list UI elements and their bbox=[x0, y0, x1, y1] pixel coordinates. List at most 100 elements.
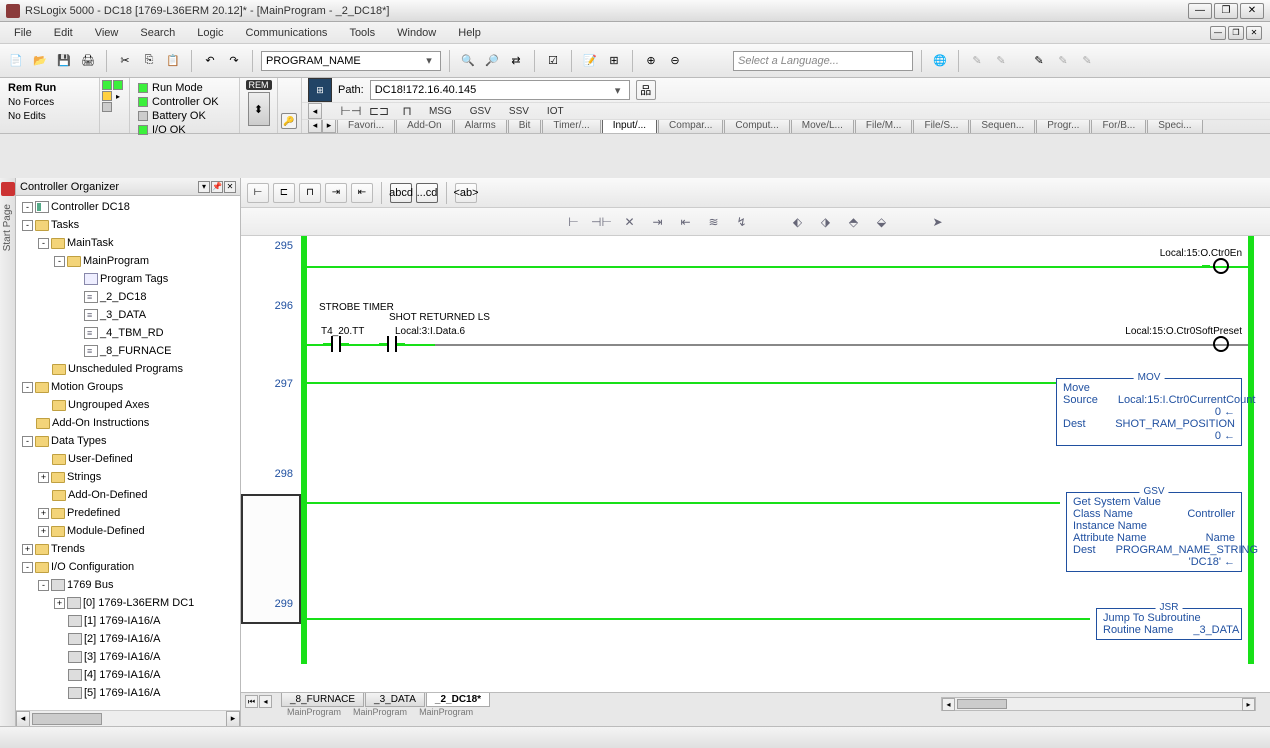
close-button[interactable]: ✕ bbox=[1240, 3, 1264, 19]
mov-instruction[interactable]: MOV Move SourceLocal:15:I.Ctr0CurrentCou… bbox=[1056, 378, 1242, 446]
rung-number[interactable]: 297 bbox=[241, 374, 301, 464]
tree-expander[interactable]: - bbox=[22, 220, 33, 231]
start-page-tab[interactable]: Start Page bbox=[0, 178, 16, 726]
tree-node[interactable]: - MainProgram bbox=[18, 252, 238, 270]
organizer-dropdown-button[interactable]: ▾ bbox=[198, 181, 210, 193]
tree-node[interactable]: _3_DATA bbox=[18, 306, 238, 324]
tree-expander[interactable]: - bbox=[22, 202, 33, 213]
tree-node[interactable]: [5] 1769-IA16/A bbox=[18, 684, 238, 702]
tree-node[interactable]: + Trends bbox=[18, 540, 238, 558]
tree-node[interactable]: Ungrouped Axes bbox=[18, 396, 238, 414]
rung-tool-8[interactable]: ⬖ bbox=[788, 213, 808, 231]
program-dropdown[interactable]: PROGRAM_NAME ▾ bbox=[261, 51, 441, 71]
gsv-instruction[interactable]: GSV Get System Value Class NameControlle… bbox=[1066, 492, 1242, 572]
rung-number[interactable]: 298 bbox=[241, 464, 301, 594]
tree-node[interactable]: - 1769 Bus bbox=[18, 576, 238, 594]
abcd-button[interactable]: abcd bbox=[390, 183, 412, 203]
tree-node[interactable]: [1] 1769-IA16/A bbox=[18, 612, 238, 630]
redo-button[interactable]: ↷ bbox=[224, 51, 244, 71]
level-symbol-icon[interactable]: ⊓ bbox=[398, 103, 416, 119]
menu-tools[interactable]: Tools bbox=[339, 25, 385, 41]
tree-node[interactable]: - Controller DC18 bbox=[18, 198, 238, 216]
routine-tab[interactable]: _3_DATA bbox=[365, 693, 425, 707]
mdi-restore-button[interactable]: ❐ bbox=[1228, 26, 1244, 40]
tree-node[interactable]: User-Defined bbox=[18, 450, 238, 468]
rung-tool-7[interactable]: ↯ bbox=[732, 213, 752, 231]
tree-expander[interactable]: + bbox=[22, 544, 33, 555]
instruction-ssv[interactable]: SSV bbox=[506, 106, 532, 117]
tree-node[interactable]: - I/O Configuration bbox=[18, 558, 238, 576]
tool-button-1[interactable]: ✎ bbox=[967, 51, 987, 71]
tool-button-3[interactable]: ✎ bbox=[1029, 51, 1049, 71]
zoom-in-button[interactable]: ⊕ bbox=[641, 51, 661, 71]
category-tab[interactable]: Speci... bbox=[1147, 119, 1202, 133]
tree-node[interactable]: - Data Types bbox=[18, 432, 238, 450]
tool-button-4[interactable]: ✎ bbox=[1053, 51, 1073, 71]
tree-expander[interactable]: - bbox=[22, 562, 33, 573]
tree-node[interactable]: + Predefined bbox=[18, 504, 238, 522]
bot-first-button[interactable]: ⏮ bbox=[245, 695, 258, 708]
menu-edit[interactable]: Edit bbox=[44, 25, 83, 41]
category-tab[interactable]: Bit bbox=[508, 119, 542, 133]
category-tab[interactable]: Comput... bbox=[724, 119, 789, 133]
maximize-button[interactable]: ❐ bbox=[1214, 3, 1238, 19]
find-next-button[interactable]: 🔎 bbox=[482, 51, 502, 71]
mdi-minimize-button[interactable]: — bbox=[1210, 26, 1226, 40]
organizer-tree[interactable]: - Controller DC18- Tasks- MainTask- Main… bbox=[16, 196, 240, 710]
category-tab[interactable]: File/S... bbox=[913, 119, 969, 133]
tree-expander[interactable]: + bbox=[38, 508, 49, 519]
undo-button[interactable]: ↶ bbox=[200, 51, 220, 71]
menu-window[interactable]: Window bbox=[387, 25, 446, 41]
tree-expander[interactable]: - bbox=[38, 238, 49, 249]
rung-tool-10[interactable]: ⬘ bbox=[844, 213, 864, 231]
category-tab[interactable]: Input/... bbox=[602, 119, 657, 133]
menu-help[interactable]: Help bbox=[448, 25, 491, 41]
contact-tag[interactable]: Local:3:I.Data.6 bbox=[395, 326, 465, 337]
tree-node[interactable]: _2_DC18 bbox=[18, 288, 238, 306]
tree-node[interactable]: - Tasks bbox=[18, 216, 238, 234]
tree-node[interactable]: Add-On-Defined bbox=[18, 486, 238, 504]
bot-prev-button[interactable]: ◂ bbox=[259, 695, 272, 708]
language-selector[interactable]: Select a Language... bbox=[733, 51, 913, 71]
tree-node[interactable]: + Strings bbox=[18, 468, 238, 486]
tree-node[interactable]: Unscheduled Programs bbox=[18, 360, 238, 378]
organizer-hscroll[interactable]: ◂ ▸ bbox=[16, 710, 240, 726]
rung-tool-5[interactable]: ⇤ bbox=[676, 213, 696, 231]
new-button[interactable]: 📄 bbox=[6, 51, 26, 71]
category-tab[interactable]: File/M... bbox=[855, 119, 913, 133]
tree-node[interactable]: + Module-Defined bbox=[18, 522, 238, 540]
edit-branch-button[interactable]: ⊏ bbox=[273, 183, 295, 203]
tree-node[interactable]: _8_FURNACE bbox=[18, 342, 238, 360]
category-tab[interactable]: Favori... bbox=[337, 119, 395, 133]
rung-number[interactable]: 296 bbox=[241, 296, 301, 374]
menu-search[interactable]: Search bbox=[130, 25, 185, 41]
organizer-pin-button[interactable]: 📌 bbox=[211, 181, 223, 193]
edit-append-button[interactable]: ⇤ bbox=[351, 183, 373, 203]
routine-tab[interactable]: _8_FURNACE bbox=[281, 693, 364, 707]
tree-node[interactable]: [2] 1769-IA16/A bbox=[18, 630, 238, 648]
organizer-close-button[interactable]: ✕ bbox=[224, 181, 236, 193]
tree-node[interactable]: - Motion Groups bbox=[18, 378, 238, 396]
rung-tool-11[interactable]: ⬙ bbox=[872, 213, 892, 231]
rung-symbol-icon[interactable]: ⊢⊣ bbox=[342, 103, 360, 119]
category-tab[interactable]: Compar... bbox=[658, 119, 723, 133]
category-tab[interactable]: For/B... bbox=[1091, 119, 1146, 133]
key-button[interactable]: 🔑 bbox=[281, 113, 297, 129]
category-tab[interactable]: Sequen... bbox=[970, 119, 1035, 133]
tree-node[interactable]: _4_TBM_RD bbox=[18, 324, 238, 342]
rung-number[interactable]: 295 bbox=[241, 236, 301, 296]
tree-node[interactable]: - MainTask bbox=[18, 234, 238, 252]
tab-prev-button[interactable]: ◂ bbox=[308, 103, 322, 119]
category-tab[interactable]: Add-On bbox=[396, 119, 452, 133]
tree-expander[interactable]: + bbox=[54, 598, 65, 609]
tree-node[interactable]: Add-On Instructions bbox=[18, 414, 238, 432]
mdi-close-button[interactable]: ✕ bbox=[1246, 26, 1262, 40]
xic-contact[interactable] bbox=[323, 336, 349, 352]
tree-expander[interactable]: - bbox=[38, 580, 49, 591]
jsr-instruction[interactable]: JSR Jump To Subroutine Routine Name_3_DA… bbox=[1096, 608, 1242, 640]
output-coil[interactable] bbox=[1210, 336, 1232, 352]
rung-number[interactable]: 299 bbox=[241, 594, 301, 664]
tree-node[interactable]: Program Tags bbox=[18, 270, 238, 288]
print-button[interactable]: 🖨 bbox=[78, 51, 98, 71]
ab-button[interactable]: <ab> bbox=[455, 183, 477, 203]
